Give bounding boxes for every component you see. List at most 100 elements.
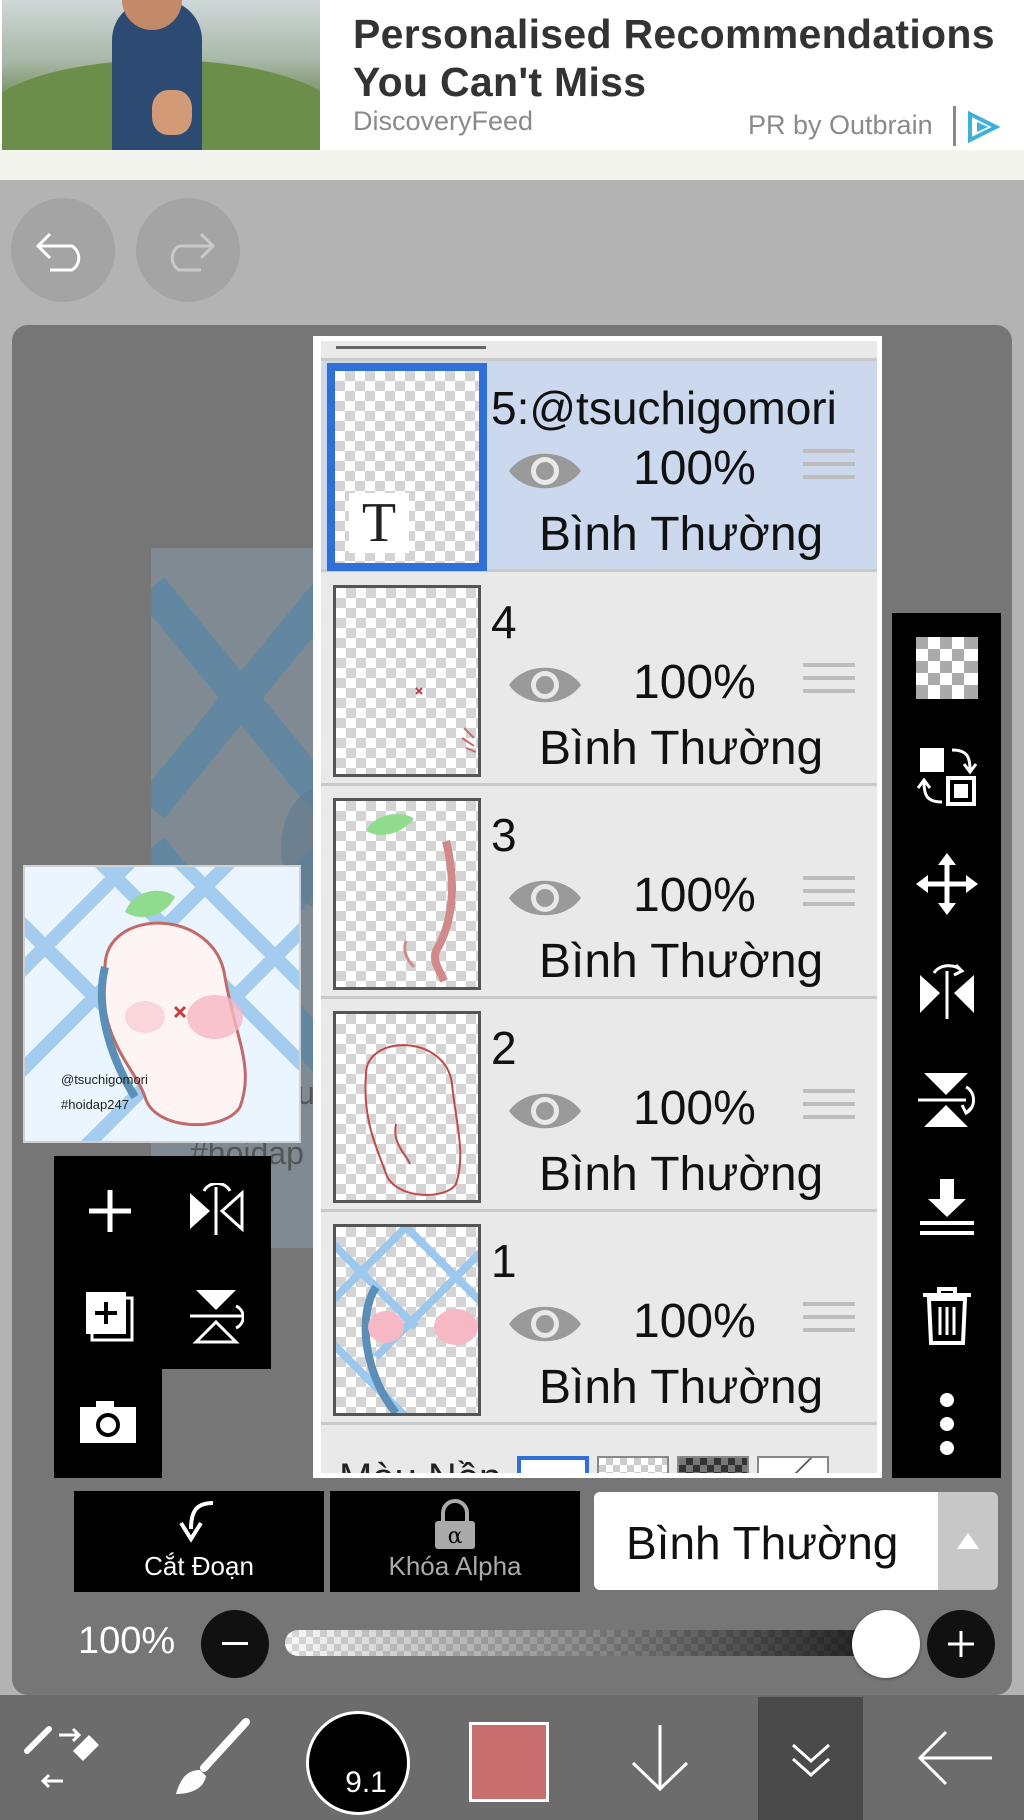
layer-1-thumbnail-art [336,1227,478,1413]
swap-layer-button[interactable] [892,726,1001,826]
drag-handle-icon[interactable] [803,876,855,916]
visibility-eye-icon[interactable] [505,1299,585,1349]
visibility-eye-icon[interactable] [505,446,585,496]
background-none-swatch[interactable] [757,1456,829,1473]
flip-vertical-button[interactable] [166,1266,266,1366]
layer-row-5[interactable]: T 5:@tsuchigomori 100% Bình Thường [321,361,877,572]
background-dark-swatch[interactable] [677,1456,749,1473]
merge-down-icon [919,1179,974,1235]
preview-tag-text: #hoidap247 [61,1097,129,1112]
duplicate-layer-icon [86,1292,134,1342]
layer-thumbnail[interactable] [333,798,481,990]
layer-row-1[interactable]: 1 100% Bình Thường [321,1214,877,1425]
ad-sponsor: PR by Outbrain [748,110,933,140]
flip-horizontal-layer-button[interactable] [892,942,1001,1042]
layer-blend-mode: Bình Thường [539,722,824,775]
opacity-increase-button[interactable] [927,1610,995,1678]
layer-thumbnail[interactable] [333,585,481,777]
ad-image[interactable] [2,0,320,150]
drag-handle-icon[interactable] [803,1302,855,1342]
background-color-row[interactable]: Màu Nền [321,1438,877,1478]
brush-size-button[interactable]: 9.1 [306,1711,410,1815]
add-layer-button[interactable] [60,1161,160,1261]
layer-actions-panel-lower [54,1366,162,1478]
layer-opacity: 100% [633,1082,756,1135]
layer-name: 4 [491,596,517,648]
brush-size-value: 9.1 [345,1766,387,1799]
arrow-left-icon [917,1730,992,1785]
background-label: Màu Nền [339,1456,502,1478]
clipping-button[interactable]: Cắt Đoạn [74,1491,324,1592]
blend-mode-select[interactable]: Bình Thường [594,1492,938,1590]
clipping-label: Cắt Đoạn [144,1551,254,1581]
layer-2-thumbnail-art [364,1044,462,1196]
double-chevron-down-icon [791,1743,830,1777]
flip-vertical-icon [917,1073,975,1127]
background-transparent-swatch[interactable] [597,1456,669,1473]
preview-window[interactable]: @tsuchigomori #hoidap247 [23,865,301,1143]
outbrain-logo-icon[interactable] [962,106,1004,148]
visibility-eye-icon[interactable] [505,660,585,710]
ad-footer-strip [0,150,1024,180]
layer-row-4[interactable]: 4 100% Bình Thường [321,575,877,786]
delete-layer-button[interactable] [892,1266,1001,1366]
visibility-eye-icon[interactable] [505,873,585,923]
layer-3-thumbnail-art [366,814,456,983]
transparency-button[interactable] [892,618,1001,718]
move-button[interactable] [892,834,1001,934]
redo-button[interactable] [136,198,240,302]
flip-vertical-icon [190,1290,244,1344]
layers-panel: T 5:@tsuchigomori 100% Bình Thường 4 100… [313,336,882,1478]
drag-handle-icon[interactable] [803,449,855,489]
lock-icon: α [435,1499,475,1549]
layers-panel-toggle[interactable] [758,1697,863,1820]
tool-switch-button[interactable] [18,1695,108,1820]
opacity-label: 100% [78,1620,176,1662]
camera-import-button[interactable] [58,1372,158,1472]
layers-list[interactable]: T 5:@tsuchigomori 100% Bình Thường 4 100… [321,341,877,1478]
drag-handle-icon[interactable] [803,663,855,703]
more-vertical-icon [939,1393,954,1455]
layer-4-thumbnail-art [415,687,477,753]
flip-horizontal-icon [190,1183,244,1235]
background-white-swatch[interactable] [517,1456,589,1473]
layer-opacity: 100% [633,656,756,709]
layer-thumbnail[interactable] [333,1011,481,1203]
layer-thumbnail[interactable]: T [327,363,487,571]
layer-opacity: 100% [633,1295,756,1348]
undo-button[interactable] [11,198,115,302]
flip-vertical-layer-button[interactable] [892,1050,1001,1150]
camera-icon [80,1401,136,1443]
layer-opacity: 100% [633,442,756,495]
swap-layer-icon [916,748,977,806]
more-options-button[interactable] [892,1374,1001,1474]
layer-blend-mode: Bình Thường [539,935,824,988]
brush-eraser-swap-icon [24,1725,99,1788]
opacity-decrease-button[interactable] [201,1610,269,1678]
color-picker-button[interactable] [469,1722,549,1802]
redo-icon [170,232,216,272]
opacity-slider-knob[interactable] [852,1610,920,1678]
visibility-eye-icon[interactable] [505,1086,585,1136]
flip-horizontal-button[interactable] [166,1161,266,1261]
ad-banner[interactable]: Personalised Recommendations You Can't M… [0,0,1024,180]
text-layer-icon: T [349,493,409,553]
layer-row-3[interactable]: 3 100% Bình Thường [321,788,877,999]
brush-icon [176,1717,250,1794]
opacity-slider-track[interactable] [285,1630,897,1656]
brush-tool-button[interactable] [165,1695,255,1820]
move-layer-down-button[interactable] [610,1695,710,1820]
duplicate-layer-button[interactable] [60,1266,160,1366]
layer-opacity: 100% [633,869,756,922]
ad-title[interactable]: Personalised Recommendations You Can't M… [353,10,1013,106]
layer-row-2[interactable]: 2 100% Bình Thường [321,1001,877,1212]
undo-icon [35,232,81,272]
back-button[interactable] [900,1695,1010,1820]
drag-handle-icon[interactable] [803,1089,855,1129]
merge-down-button[interactable] [892,1158,1001,1258]
blend-mode-dropdown-button[interactable] [938,1492,998,1590]
arrow-down-icon [631,1724,689,1791]
plus-icon [948,1631,974,1657]
layer-thumbnail[interactable] [333,1224,481,1416]
alpha-lock-button[interactable]: α Khóa Alpha [330,1491,580,1592]
